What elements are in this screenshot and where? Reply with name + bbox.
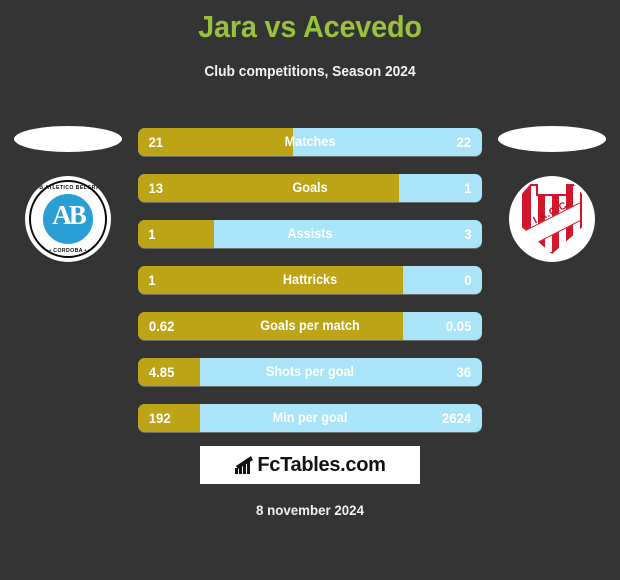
stat-row: 1 Hattricks 0 <box>138 266 482 294</box>
home-ellipse-decoration <box>14 126 122 152</box>
chart-header: Jara vs Acevedo Club competitions, Seaso… <box>0 0 620 80</box>
stat-row: 1 Assists 3 <box>138 220 482 248</box>
stat-row: 0.62 Goals per match 0.05 <box>138 312 482 340</box>
footer-date: 8 november 2024 <box>256 502 364 518</box>
stat-row: 192 Min per goal 2624 <box>138 404 482 432</box>
stat-label: Goals per match <box>260 318 360 333</box>
home-team-crest-column: CLUB ATLETICO BELGRANO AB • CORDOBA • <box>8 118 128 328</box>
stat-away-value: 36 <box>456 364 472 380</box>
crest-collar <box>536 184 568 196</box>
stat-label: Shots per goal <box>265 364 355 379</box>
stat-away-value: 1 <box>464 180 472 196</box>
stat-label: Matches <box>284 134 336 149</box>
stat-bar: 1 Assists 3 <box>138 220 482 248</box>
stat-bar: 0.62 Goals per match 0.05 <box>138 312 482 340</box>
stat-label: Assists <box>287 226 333 241</box>
stat-away-value: 22 <box>456 134 472 150</box>
stat-bar: 192 Min per goal 2624 <box>138 404 482 432</box>
stat-row: 21 Matches 22 <box>138 128 482 156</box>
stat-row: 4.85 Shots per goal 36 <box>138 358 482 386</box>
fctables-logo-text: FcTables.com <box>257 453 386 476</box>
crest-top-text: CLUB ATLETICO BELGRANO <box>27 185 109 191</box>
away-team-crest: I.A.C.C. <box>509 176 595 262</box>
stat-away-value: 0.05 <box>445 318 472 334</box>
away-ellipse-decoration <box>498 126 606 152</box>
stat-away-value: 3 <box>464 226 472 242</box>
away-team-crest-column: I.A.C.C. <box>492 118 612 328</box>
stat-label: Min per goal <box>272 410 348 425</box>
stat-bar: 21 Matches 22 <box>138 128 482 156</box>
home-team-crest: CLUB ATLETICO BELGRANO AB • CORDOBA • <box>25 176 111 262</box>
bar-chart-icon <box>234 456 254 474</box>
stat-away-value: 0 <box>464 272 472 288</box>
fctables-logo[interactable]: FcTables.com <box>200 446 420 484</box>
stat-label: Goals <box>292 180 328 195</box>
stat-bar: 1 Hattricks 0 <box>138 266 482 294</box>
crest-monogram: AB <box>52 200 87 230</box>
stat-bar: 4.85 Shots per goal 36 <box>138 358 482 386</box>
page-subtitle: Club competitions, Season 2024 <box>204 63 416 80</box>
stat-label: Hattricks <box>282 272 338 287</box>
stat-bar: 13 Goals 1 <box>138 174 482 202</box>
crest-bottom-text: • CORDOBA • <box>49 248 87 254</box>
stat-row: 13 Goals 1 <box>138 174 482 202</box>
stat-bars: 21 Matches 22 13 Goals 1 1 Assists 3 1 Hattricks 0 0… <box>138 128 482 450</box>
stat-away-value: 2624 <box>441 410 472 426</box>
page-title: Jara vs Acevedo <box>198 9 422 44</box>
